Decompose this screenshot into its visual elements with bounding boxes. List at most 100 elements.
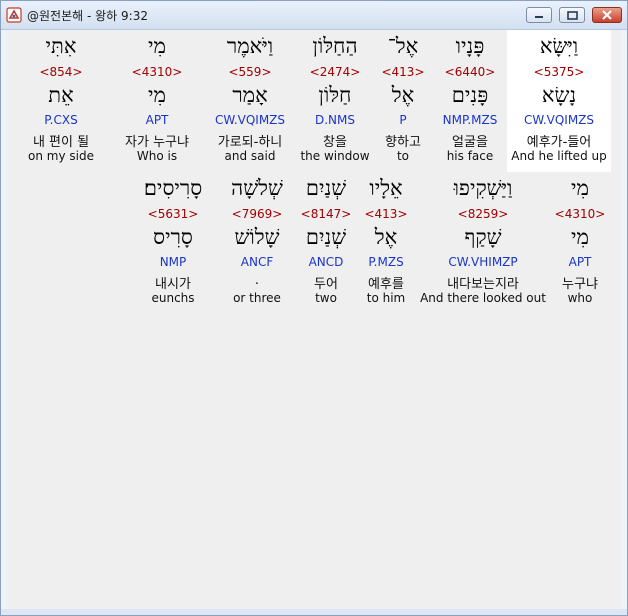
korean-gloss: 창을 bbox=[323, 135, 347, 150]
hebrew-word: שְׁלֹשָׁה bbox=[231, 176, 283, 200]
morphology-code: APT bbox=[145, 113, 169, 127]
english-gloss: to bbox=[396, 149, 410, 163]
english-gloss: two bbox=[315, 291, 337, 305]
hebrew-word: הַחַלּוֹן bbox=[312, 34, 358, 58]
close-icon bbox=[593, 8, 621, 22]
morphology-code: ANCD bbox=[308, 255, 344, 269]
hebrew-lemma: חַלּוֹן bbox=[318, 83, 352, 107]
english-gloss: or three bbox=[233, 291, 281, 305]
morphology-code: P bbox=[399, 113, 407, 127]
word-cell[interactable]: וַיֹּאמֶר <559> אָמַר CW.VQIMZS 가로되-하니 a… bbox=[205, 30, 295, 170]
hebrew-word: מִי bbox=[571, 176, 589, 200]
hebrew-lemma: מִי bbox=[148, 83, 166, 107]
english-gloss: on my side bbox=[28, 149, 94, 163]
strong-number[interactable]: <413> bbox=[377, 65, 429, 79]
hebrew-lemma: שְׁנַיִם bbox=[305, 225, 347, 249]
hebrew-lemma: נָשָׂא bbox=[541, 83, 577, 107]
english-gloss: his face bbox=[446, 149, 494, 163]
korean-gloss: 가로되-하니 bbox=[217, 135, 283, 150]
hebrew-word: וַיִּשָּׂא bbox=[539, 34, 579, 58]
strong-number[interactable]: <8259> bbox=[419, 207, 547, 221]
app-window: @원전본해 - 왕하 9:32 אִתִּי <854> אֵת P.CXS 내… bbox=[0, 0, 628, 616]
strong-number[interactable]: <854> bbox=[21, 65, 101, 79]
interlinear-panel: אִתִּי <854> אֵת P.CXS 내 편이 될 on my side… bbox=[7, 30, 621, 609]
korean-gloss: . bbox=[254, 273, 260, 288]
korean-gloss: 예후를 bbox=[368, 277, 404, 292]
morphology-code: APT bbox=[568, 255, 592, 269]
hebrew-word: אֵלָיו bbox=[369, 176, 403, 200]
hebrew-word: וַיַּשְׁקִיפוּ bbox=[453, 176, 513, 200]
strong-number[interactable]: <7969> bbox=[221, 207, 293, 221]
korean-gloss: 내시가 bbox=[155, 277, 191, 292]
close-button[interactable] bbox=[592, 7, 622, 23]
word-cell[interactable]: וַיַּשְׁקִיפוּ <8259> שָׁקַף CW.VHIMZP 내… bbox=[419, 172, 547, 312]
strong-number[interactable]: <6440> bbox=[435, 65, 505, 79]
korean-gloss: 예후가-들어 bbox=[526, 135, 592, 150]
window-title: @원전본해 - 왕하 9:32 bbox=[27, 9, 148, 23]
word-cell[interactable]: מִי <4310> מִי APT 자가 누구냐 Who is bbox=[111, 30, 203, 170]
word-cell[interactable]: מִי <4310> מִי APT 누구냐 who bbox=[551, 172, 609, 312]
english-gloss: And there looked out bbox=[420, 291, 546, 305]
morphology-code: D.NMS bbox=[314, 113, 355, 127]
word-cell[interactable]: אִתִּי <854> אֵת P.CXS 내 편이 될 on my side bbox=[21, 30, 101, 170]
word-cell[interactable]: פָּנָיו <6440> פָּנִים NMP.MZS 얼굴을 his f… bbox=[435, 30, 505, 170]
hebrew-lemma: מִי bbox=[571, 225, 589, 249]
strong-number[interactable]: <5631> bbox=[127, 207, 219, 221]
strong-number[interactable]: <413> bbox=[359, 207, 413, 221]
strong-number[interactable]: <4310> bbox=[111, 65, 203, 79]
korean-gloss: 내다보는지라 bbox=[447, 277, 519, 292]
hebrew-lemma: אָמַר bbox=[232, 83, 268, 107]
english-gloss: the window bbox=[300, 149, 370, 163]
hebrew-lemma: שָׁלוֹשׁ bbox=[234, 225, 280, 249]
korean-gloss: 두어 bbox=[314, 277, 338, 292]
hebrew-lemma: אֵת bbox=[48, 83, 74, 107]
english-gloss: eunchs bbox=[151, 291, 195, 305]
hebrew-word: סָרִיסִים׃ bbox=[143, 176, 203, 200]
word-cell[interactable]: אֵלָיו <413> אֶל P.MZS 예후를 to him bbox=[359, 172, 413, 312]
english-gloss: And he lifted up bbox=[511, 149, 607, 163]
hebrew-lemma: שָׁקַף bbox=[464, 225, 502, 249]
hebrew-word: אֶל־ bbox=[387, 34, 419, 58]
word-cell[interactable]: סָרִיסִים׃ <5631> סָרִיס NMP 내시가 eunchs bbox=[127, 172, 219, 312]
morphology-code: NMP bbox=[159, 255, 187, 269]
strong-number[interactable]: <8147> bbox=[297, 207, 355, 221]
korean-gloss: 얼굴을 bbox=[452, 135, 488, 150]
morphology-code: CW.VQIMZS bbox=[214, 113, 286, 127]
app-icon bbox=[6, 7, 22, 23]
hebrew-word: פָּנָיו bbox=[455, 34, 485, 58]
morphology-code: NMP.MZS bbox=[442, 113, 498, 127]
minimize-button[interactable] bbox=[526, 7, 552, 23]
english-gloss: and said bbox=[224, 149, 276, 163]
korean-gloss: 내 편이 될 bbox=[32, 135, 90, 150]
hebrew-word: מִי bbox=[148, 34, 166, 58]
strong-number[interactable]: <559> bbox=[205, 65, 295, 79]
korean-gloss: 자가 누구냐 bbox=[125, 135, 189, 150]
word-cell[interactable]: שְׁנַיִם <8147> שְׁנַיִם ANCD 두어 two bbox=[297, 172, 355, 312]
hebrew-lemma: אֶל bbox=[391, 83, 415, 107]
english-gloss: to him bbox=[366, 291, 406, 305]
hebrew-lemma: סָרִיס bbox=[153, 225, 193, 249]
morphology-code: ANCF bbox=[240, 255, 274, 269]
morphology-code: P.MZS bbox=[368, 255, 404, 269]
hebrew-lemma: פָּנִים bbox=[451, 83, 489, 107]
morphology-code: CW.VQIMZS bbox=[523, 113, 595, 127]
window-bottom-border bbox=[1, 609, 627, 615]
word-cell-selected[interactable]: וַיִּשָּׂא <5375> נָשָׂא CW.VQIMZS 예후가-들… bbox=[507, 30, 611, 172]
maximize-button[interactable] bbox=[559, 7, 585, 23]
strong-number[interactable]: <4310> bbox=[551, 207, 609, 221]
morphology-code: P.CXS bbox=[44, 113, 78, 127]
strong-number[interactable]: <5375> bbox=[507, 65, 611, 79]
korean-gloss: 누구냐 bbox=[562, 277, 598, 292]
english-gloss: Who is bbox=[136, 149, 178, 163]
hebrew-lemma: אֶל bbox=[374, 225, 398, 249]
maximize-icon bbox=[560, 8, 584, 22]
korean-gloss: 향하고 bbox=[385, 135, 421, 150]
morphology-code: CW.VHIMZP bbox=[448, 255, 518, 269]
hebrew-word: וַיֹּאמֶר bbox=[226, 34, 274, 58]
minimize-icon bbox=[527, 8, 551, 22]
word-cell[interactable]: שְׁלֹשָׁה <7969> שָׁלוֹשׁ ANCF . or thre… bbox=[221, 172, 293, 312]
title-bar[interactable]: @원전본해 - 왕하 9:32 bbox=[1, 1, 627, 30]
word-cell[interactable]: אֶל־ <413> אֶל P 향하고 to bbox=[377, 30, 429, 170]
word-cell[interactable]: הַחַלּוֹן <2474> חַלּוֹן D.NMS 창을 the wi… bbox=[299, 30, 371, 170]
strong-number[interactable]: <2474> bbox=[299, 65, 371, 79]
